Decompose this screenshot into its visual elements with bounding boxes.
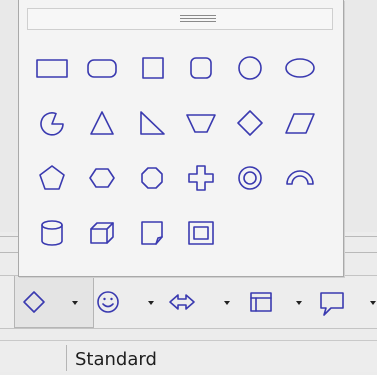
rectangle-icon[interactable] <box>32 48 72 88</box>
circle-icon[interactable] <box>230 48 270 88</box>
folded-corner-icon[interactable] <box>132 213 172 253</box>
divider <box>344 252 377 253</box>
symbol-shapes-button[interactable] <box>96 290 162 330</box>
hexagon-icon[interactable] <box>82 158 122 198</box>
right-triangle-icon[interactable] <box>132 103 172 143</box>
octagon-icon[interactable] <box>132 158 172 198</box>
cylinder-icon[interactable] <box>32 213 72 253</box>
trapezoid-icon[interactable] <box>181 103 221 143</box>
flowchart-button[interactable] <box>248 290 310 330</box>
divider <box>0 236 18 237</box>
cross-icon[interactable] <box>181 158 221 198</box>
isosceles-triangle-icon[interactable] <box>82 103 122 143</box>
ring-icon[interactable] <box>230 158 270 198</box>
parallelogram-icon[interactable] <box>280 103 320 143</box>
symbol-shapes-icon <box>97 291 119 313</box>
rounded-square-icon[interactable] <box>181 48 221 88</box>
callouts-button[interactable] <box>318 290 377 330</box>
callouts-icon <box>320 292 344 316</box>
pentagon-icon[interactable] <box>32 158 72 198</box>
rounded-rectangle-icon[interactable] <box>82 48 122 88</box>
chevron-down-icon <box>370 301 376 305</box>
basic-shapes-icon <box>23 291 45 313</box>
divider <box>0 252 18 253</box>
ellipse-icon[interactable] <box>280 48 320 88</box>
divider <box>344 236 377 237</box>
chevron-down-icon <box>72 301 78 305</box>
chevron-down-icon <box>148 301 154 305</box>
basic-shapes-button[interactable] <box>22 290 84 330</box>
palette-drag-handle[interactable] <box>27 8 333 30</box>
chevron-down-icon <box>224 301 230 305</box>
square-icon[interactable] <box>132 48 172 88</box>
block-arrows-button[interactable] <box>168 290 238 330</box>
grip-icon <box>180 15 216 24</box>
block-arrows-icon <box>169 294 195 310</box>
chevron-down-icon <box>296 301 302 305</box>
cube-icon[interactable] <box>82 213 122 253</box>
basic-shapes-palette <box>18 0 344 277</box>
frame-icon[interactable] <box>181 213 221 253</box>
circle-pie-icon[interactable] <box>32 103 72 143</box>
status-style-label: Standard <box>66 345 377 371</box>
diamond-icon[interactable] <box>230 103 270 143</box>
flowchart-icon <box>250 292 272 312</box>
block-arc-icon[interactable] <box>280 158 320 198</box>
